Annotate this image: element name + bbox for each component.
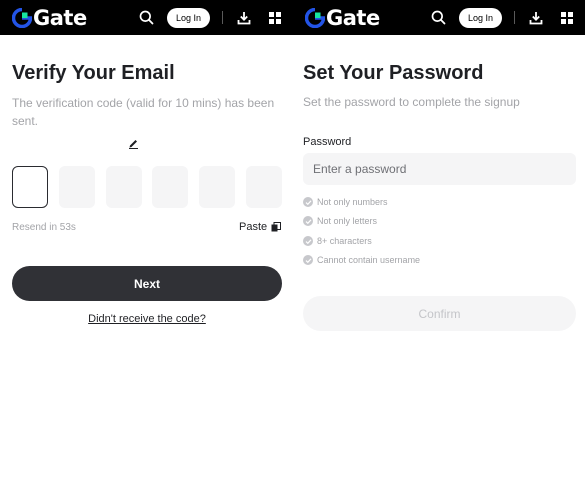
paste-label: Paste	[239, 221, 268, 233]
rule-text: Not only letters	[317, 216, 378, 226]
gate-logo[interactable]: Gate	[12, 6, 87, 30]
resend-countdown: Resend in 53s	[12, 222, 76, 233]
next-button[interactable]: Next	[12, 266, 282, 301]
check-icon	[303, 216, 313, 226]
page-subtitle: The verification code (valid for 10 mins…	[12, 96, 275, 128]
check-icon	[303, 197, 313, 207]
login-button[interactable]: Log In	[459, 8, 502, 28]
code-digit-2[interactable]	[59, 166, 95, 208]
page-title: Verify Your Email	[12, 62, 175, 84]
gate-logo-icon	[12, 8, 32, 28]
password-rule: Not only letters	[303, 215, 377, 227]
code-digit-5[interactable]	[199, 166, 235, 208]
topbar-divider	[222, 11, 223, 24]
logo-text: Gate	[326, 6, 380, 30]
paste-icon	[271, 222, 282, 232]
top-bar: Gate Log In	[0, 0, 293, 35]
gate-logo-icon	[305, 8, 325, 28]
apps-grid-icon[interactable]	[558, 9, 575, 26]
download-icon[interactable]	[235, 9, 252, 26]
topbar-divider	[514, 11, 515, 24]
paste-button[interactable]: Paste	[239, 221, 282, 233]
gate-logo[interactable]: Gate	[305, 6, 380, 30]
page-title: Set Your Password	[303, 62, 484, 84]
edit-email-icon[interactable]	[128, 136, 139, 149]
password-input[interactable]	[303, 153, 576, 185]
code-digit-1[interactable]	[12, 166, 48, 208]
password-rule: Cannot contain username	[303, 254, 420, 266]
code-digit-4[interactable]	[152, 166, 188, 208]
search-icon[interactable]	[138, 9, 155, 26]
password-rule: Not only numbers	[303, 196, 388, 208]
page-subtitle: Set the password to complete the signup	[303, 95, 520, 109]
code-digit-6[interactable]	[246, 166, 282, 208]
check-icon	[303, 255, 313, 265]
check-icon	[303, 236, 313, 246]
password-rule: 8+ characters	[303, 235, 372, 247]
login-button[interactable]: Log In	[167, 8, 210, 28]
search-icon[interactable]	[430, 9, 447, 26]
password-label: Password	[303, 136, 352, 148]
top-bar: Gate Log In	[293, 0, 585, 35]
code-digit-3[interactable]	[106, 166, 142, 208]
apps-grid-icon[interactable]	[266, 9, 283, 26]
logo-text: Gate	[33, 6, 87, 30]
verify-email-screen: Gate Log In Verify Your Email The verifi…	[0, 0, 293, 500]
set-password-screen: Gate Log In Set Your Password Set the pa…	[293, 0, 585, 500]
rule-text: Cannot contain username	[317, 255, 421, 265]
rule-text: 8+ characters	[317, 236, 372, 246]
confirm-button[interactable]: Confirm	[303, 296, 576, 331]
download-icon[interactable]	[527, 9, 544, 26]
didnt-receive-code-link[interactable]: Didn't receive the code?	[12, 313, 282, 325]
rule-text: Not only numbers	[317, 197, 388, 207]
